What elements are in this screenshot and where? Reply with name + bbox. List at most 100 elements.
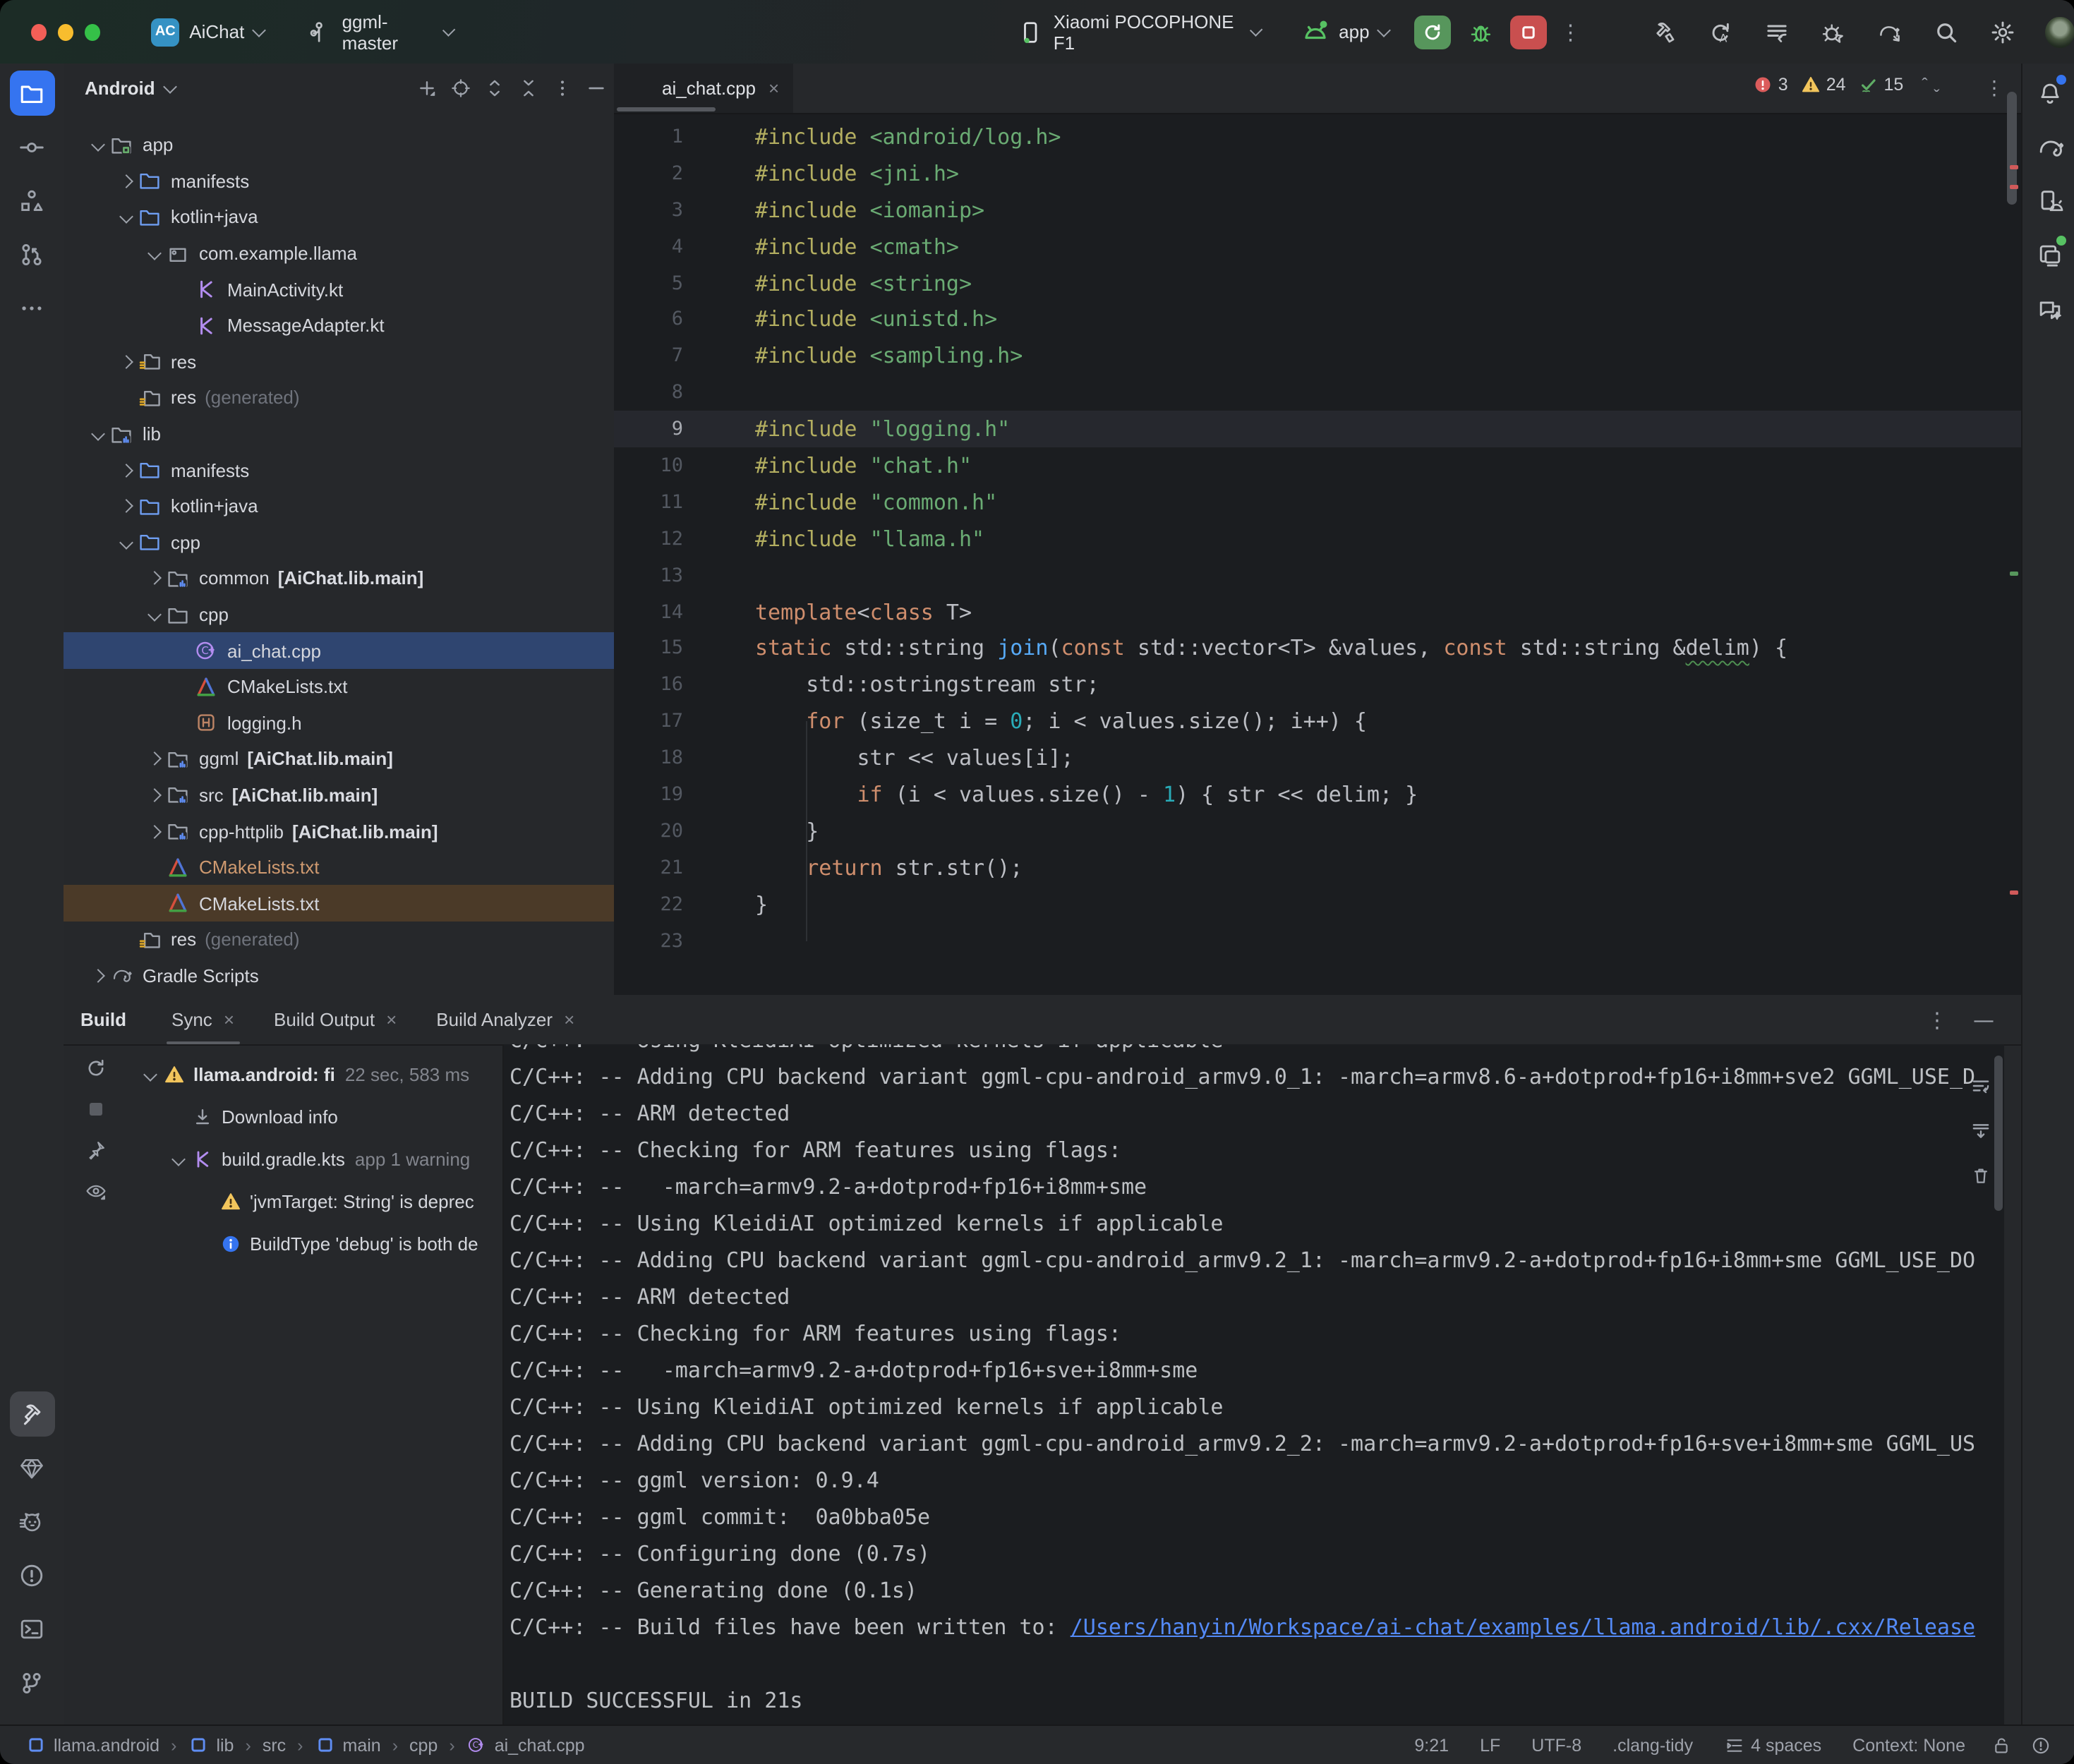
close-window-button[interactable] [31, 23, 47, 40]
build-tab-build-output[interactable]: Build Output× [265, 995, 405, 1044]
line-number[interactable]: 23 [614, 929, 683, 952]
breadcrumb-item-ai-chat-cpp[interactable]: Cai_chat.cpp [466, 1735, 585, 1756]
device-selector[interactable]: Xiaomi POCOPHONE F1 [1018, 11, 1267, 53]
tool-stripe-structure[interactable] [9, 178, 54, 223]
tree-item-lib[interactable]: lib [64, 416, 614, 452]
line-number[interactable]: 10 [614, 454, 683, 477]
close-tab-icon[interactable]: × [564, 1009, 574, 1030]
tree-item-cpp-httplib[interactable]: cpp-httplib[AiChat.lib.main] [64, 814, 614, 850]
chevron-right-icon[interactable] [119, 463, 133, 477]
user-avatar[interactable] [2046, 16, 2074, 47]
zoom-window-button[interactable] [85, 23, 100, 40]
debug-button[interactable] [1468, 18, 1494, 46]
vcs-stripe-mark[interactable] [2010, 572, 2018, 576]
chevron-right-icon[interactable] [90, 969, 104, 983]
tree-item-res[interactable]: res(generated) [64, 380, 614, 416]
build-hammer-icon[interactable] [1652, 19, 1677, 44]
tool-stripe-commit[interactable] [9, 124, 54, 169]
tree-item-cpp[interactable]: cpp [64, 524, 614, 560]
error-stripe-mark[interactable] [2010, 165, 2018, 169]
chevron-down-icon[interactable] [171, 1152, 185, 1166]
tool-stripe-problems[interactable] [9, 1552, 54, 1597]
tool-stripe-project-folder[interactable] [9, 71, 54, 116]
status-widget-lf[interactable]: LF [1464, 1736, 1516, 1756]
vcs-branch-widget[interactable]: ggml-master [306, 11, 459, 53]
line-number[interactable]: 13 [614, 564, 683, 586]
minimize-window-button[interactable] [58, 23, 73, 40]
scroll-to-end-icon[interactable] [1965, 1115, 1996, 1146]
line-number[interactable]: 21 [614, 857, 683, 879]
chevron-right-icon[interactable] [119, 174, 133, 188]
tree-item-com-example-llama[interactable]: com.example.llama [64, 236, 614, 272]
expand-all-icon[interactable] [478, 73, 510, 104]
status-widget-error-circle[interactable] [2020, 1736, 2060, 1756]
close-tab-icon[interactable]: × [224, 1009, 234, 1030]
status-widget-unlock[interactable] [1981, 1736, 2020, 1756]
clear-all-icon[interactable] [1965, 1160, 1996, 1191]
sync-tree-item[interactable]: 'jvmTarget: String' is deprec [127, 1180, 497, 1222]
pin-icon[interactable] [80, 1135, 111, 1166]
line-number[interactable]: 14 [614, 600, 683, 623]
tool-stripe-gradle[interactable] [2027, 124, 2072, 169]
sync-tree-item[interactable]: llama.android: fi22 sec, 583 ms [127, 1053, 497, 1095]
line-number[interactable]: 1 [614, 126, 683, 148]
chevron-right-icon[interactable] [147, 824, 161, 838]
build-output-path-link[interactable]: /Users/hanyin/Workspace/ai-chat/examples… [1071, 1614, 1975, 1640]
build-tab-build-analyzer[interactable]: Build Analyzer× [428, 995, 583, 1044]
stop-square-icon[interactable] [80, 1094, 111, 1125]
tree-item-manifests[interactable]: manifests [64, 452, 614, 488]
line-number[interactable]: 11 [614, 491, 683, 514]
breadcrumb-item-lib[interactable]: lib [188, 1735, 234, 1756]
tree-item-cmakelists-txt[interactable]: CMakeLists.txt [64, 886, 614, 922]
line-number[interactable]: 18 [614, 747, 683, 769]
breadcrumb-item-cpp[interactable]: cpp [409, 1736, 438, 1756]
tree-item-gradle-scripts[interactable]: Gradle Scripts [64, 957, 614, 993]
close-tab-icon[interactable]: × [386, 1009, 397, 1030]
prev-problem-icon[interactable]: ˆ [1922, 75, 1927, 95]
chevron-right-icon[interactable] [147, 752, 161, 766]
project-widget[interactable]: AC AiChat [111, 18, 270, 46]
settings-icon[interactable] [1991, 19, 2016, 44]
chevron-down-icon[interactable] [119, 210, 133, 224]
tool-stripe-version-control[interactable] [9, 1660, 54, 1705]
tree-item-manifests[interactable]: manifests [64, 163, 614, 199]
build-options-icon[interactable]: ⋮ [1914, 1007, 1960, 1032]
line-number[interactable]: 7 [614, 345, 683, 368]
line-number[interactable]: 3 [614, 198, 683, 221]
tool-stripe-terminal[interactable] [9, 1606, 54, 1651]
breadcrumb-item-llama-android[interactable]: llama.android [25, 1735, 159, 1756]
chevron-right-icon[interactable] [147, 788, 161, 802]
status-widget--clang-tidy[interactable]: .clang-tidy [1597, 1736, 1708, 1756]
status-widget-4-spaces[interactable]: 4 spaces [1708, 1736, 1837, 1756]
line-number[interactable]: 9 [614, 418, 683, 440]
refresh-icon[interactable] [80, 1053, 111, 1084]
tree-item-kotlin-java[interactable]: kotlin+java [64, 199, 614, 235]
chevron-down-icon[interactable] [143, 1067, 157, 1081]
line-number[interactable]: 12 [614, 527, 683, 550]
line-number[interactable]: 5 [614, 272, 683, 294]
tree-item-common[interactable]: common[AiChat.lib.main] [64, 560, 614, 596]
line-number[interactable]: 16 [614, 674, 683, 696]
tree-item-ai-chat-cpp[interactable]: Cai_chat.cpp [64, 633, 614, 669]
task-list-icon[interactable] [1765, 19, 1790, 44]
tree-item-kotlin-java[interactable]: kotlin+java [64, 488, 614, 524]
error-stripe-mark[interactable] [2010, 185, 2018, 189]
more-run-options-icon[interactable]: ⋮ [1548, 19, 1594, 44]
next-problem-icon[interactable]: ˆ [1934, 75, 1939, 95]
tool-stripe-running-devices[interactable] [2027, 231, 2072, 277]
chevron-down-icon[interactable] [147, 608, 161, 622]
chevron-right-icon[interactable] [119, 500, 133, 514]
stop-button[interactable] [1511, 15, 1548, 49]
line-number[interactable]: 20 [614, 820, 683, 842]
hide-panel-icon[interactable] [580, 73, 611, 104]
filter-eye-icon[interactable] [80, 1176, 111, 1207]
build-console[interactable]: C/C++: -- Using KleidiAI optimized kerne… [502, 1044, 2004, 1724]
tool-stripe-build[interactable] [9, 1391, 54, 1437]
chevron-right-icon[interactable] [147, 572, 161, 586]
sync-tree-item[interactable]: BuildType 'debug' is both de [127, 1222, 497, 1264]
tree-item-app[interactable]: app [64, 127, 614, 163]
chevron-down-icon[interactable] [90, 138, 104, 152]
status-widget-9-21[interactable]: 9:21 [1399, 1736, 1464, 1756]
line-number[interactable]: 6 [614, 308, 683, 331]
line-number[interactable]: 19 [614, 783, 683, 806]
